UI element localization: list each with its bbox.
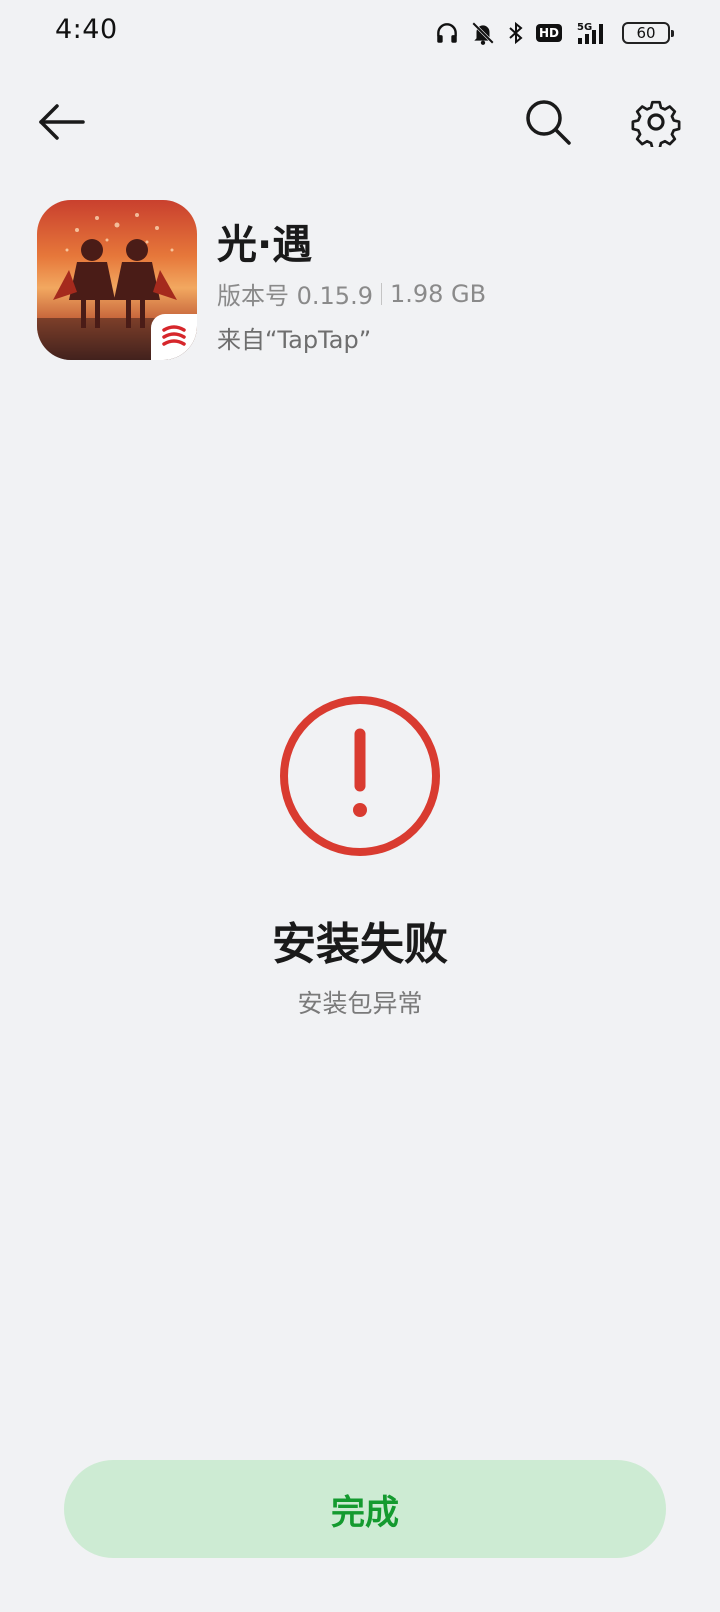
app-source: 来自“TapTap”: [217, 326, 372, 354]
status-bar: 4:40 HD 5G 60: [0, 0, 720, 64]
status-icons: HD 5G 60: [434, 18, 674, 48]
result-subtitle: 安装包异常: [297, 989, 423, 1018]
battery-indicator: 60: [622, 22, 674, 44]
app-size: 1.98 GB: [389, 279, 487, 308]
svg-text:5G: 5G: [577, 22, 592, 33]
back-button[interactable]: [32, 92, 92, 152]
search-button[interactable]: [518, 92, 578, 152]
arrow-left-icon: [39, 104, 85, 140]
app-icon: [37, 200, 197, 360]
done-button[interactable]: 完成: [64, 1460, 666, 1558]
battery-level: 60: [636, 24, 656, 42]
app-info: 光·遇 版本号 0.15.9 1.98 GB 来自“TapTap”: [37, 200, 677, 360]
app-version: 版本号 0.15.9: [217, 282, 373, 310]
hd-badge: HD: [535, 24, 562, 42]
search-icon: [526, 100, 571, 145]
status-time: 4:40: [55, 14, 118, 45]
signal-5g-icon: 5G: [577, 22, 603, 44]
netease-logo-icon: [162, 325, 186, 346]
publisher-badge: [151, 314, 197, 360]
app-meta: 版本号 0.15.9 1.98 GB: [217, 276, 486, 311]
meta-divider: [380, 282, 382, 305]
mute-bell-icon: [472, 22, 494, 45]
result-title: 安装失败: [272, 919, 448, 970]
headphones-icon: [437, 23, 457, 43]
settings-button[interactable]: [626, 92, 686, 152]
exclamation-circle-icon: [280, 696, 440, 856]
app-name: 光·遇: [217, 222, 313, 268]
bluetooth-icon: [509, 21, 523, 45]
gear-icon: [631, 100, 681, 147]
